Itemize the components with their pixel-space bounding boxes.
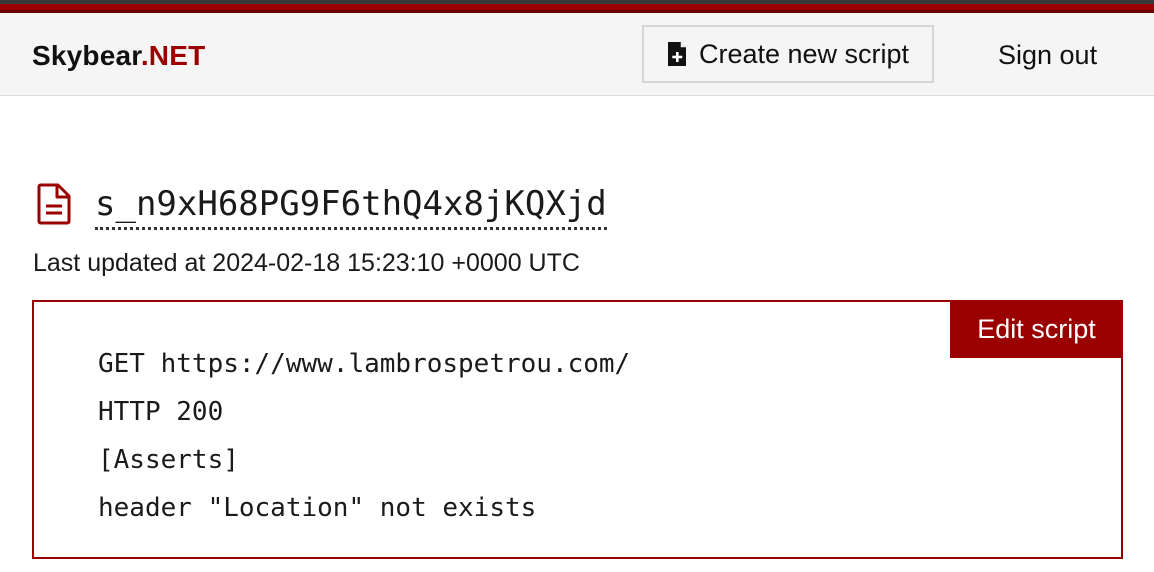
script-name: s_n9xH68PG9F6thQ4x8jKQXjd xyxy=(95,183,607,230)
top-accent-bar xyxy=(0,0,1154,13)
file-plus-icon xyxy=(667,41,687,67)
brand-suffix: .NET xyxy=(140,40,206,71)
edit-script-button[interactable]: Edit script xyxy=(950,300,1123,358)
script-code: GET https://www.lambrospetrou.com/ HTTP … xyxy=(98,340,630,532)
code-line: [Asserts] xyxy=(98,445,239,475)
create-new-script-label: Create new script xyxy=(698,38,910,69)
sign-out-link[interactable]: Sign out xyxy=(998,40,1097,71)
script-title-row: s_n9xH68PG9F6thQ4x8jKQXjd xyxy=(37,183,607,230)
document-icon xyxy=(37,183,71,230)
code-line: GET https://www.lambrospetrou.com/ xyxy=(98,349,631,379)
brand-name: Skybear xyxy=(32,40,141,71)
code-line: HTTP 200 xyxy=(98,397,224,427)
site-header: Skybear.NET Create new script Sign out xyxy=(0,13,1154,96)
last-updated-text: Last updated at 2024-02-18 15:23:10 +000… xyxy=(33,249,580,277)
brand-logo[interactable]: Skybear.NET xyxy=(32,40,205,72)
script-code-box: Edit script GET https://www.lambrospetro… xyxy=(32,300,1123,559)
code-line: header "Location" not exists xyxy=(98,493,537,523)
create-new-script-button[interactable]: Create new script xyxy=(642,25,934,83)
